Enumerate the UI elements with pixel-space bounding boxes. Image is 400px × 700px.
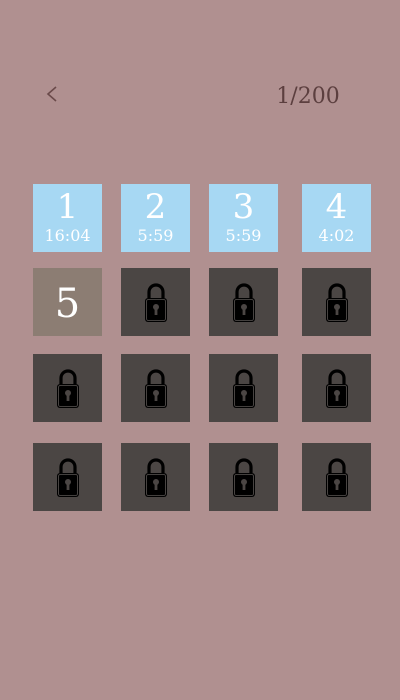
- level-tile-locked: [121, 443, 190, 511]
- level-tile-locked: [302, 268, 371, 336]
- lock-icon: [325, 458, 348, 497]
- level-best-time: 5:59: [225, 226, 262, 245]
- level-tile-locked: [302, 354, 371, 422]
- level-tile-3[interactable]: 3 5:59: [209, 184, 278, 252]
- level-best-time: 16:04: [44, 226, 91, 245]
- level-progress: 1/200: [276, 84, 340, 109]
- lock-icon: [144, 458, 167, 497]
- level-best-time: 4:02: [318, 226, 355, 245]
- level-tile-2[interactable]: 2 5:59: [121, 184, 190, 252]
- back-button[interactable]: [40, 80, 68, 110]
- level-tile-locked: [121, 354, 190, 422]
- level-tile-locked: [121, 268, 190, 336]
- level-tile-locked: [209, 354, 278, 422]
- level-tile-locked: [33, 443, 102, 511]
- level-tile-4[interactable]: 4 4:02: [302, 184, 371, 252]
- lock-icon: [56, 369, 79, 408]
- level-tile-locked: [209, 268, 278, 336]
- level-number: 5: [54, 281, 81, 327]
- level-number: 2: [144, 187, 167, 227]
- lock-icon: [232, 458, 255, 497]
- lock-icon: [325, 369, 348, 408]
- level-tile-1[interactable]: 1 16:04: [33, 184, 102, 252]
- lock-icon: [232, 369, 255, 408]
- level-tile-5[interactable]: 5: [33, 268, 102, 336]
- lock-icon: [144, 283, 167, 322]
- level-tile-locked: [302, 443, 371, 511]
- level-number: 4: [325, 187, 348, 227]
- lock-icon: [56, 458, 79, 497]
- level-number: 1: [56, 187, 79, 227]
- lock-icon: [232, 283, 255, 322]
- chevron-left-icon: [46, 86, 57, 102]
- lock-icon: [325, 283, 348, 322]
- level-number: 3: [232, 187, 255, 227]
- level-tile-locked: [209, 443, 278, 511]
- lock-icon: [144, 369, 167, 408]
- level-tile-locked: [33, 354, 102, 422]
- level-best-time: 5:59: [137, 226, 174, 245]
